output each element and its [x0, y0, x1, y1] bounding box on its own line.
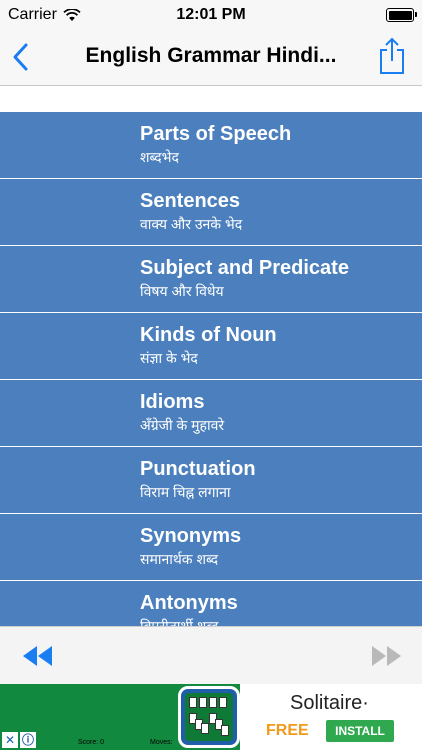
lesson-subtitle: वाक्य और उनके भेद	[140, 216, 243, 232]
lesson-subtitle: विषय और विधेय	[140, 283, 224, 299]
lesson-subtitle: अँग्रेजी के मुहावरे	[140, 417, 225, 433]
chevron-left-icon	[13, 43, 28, 71]
rewind-icon	[23, 646, 52, 666]
status-bar: Carrier 12:01 PM	[0, 0, 422, 30]
list-item[interactable]: Subject and Predicate विषय और विधेय	[0, 246, 422, 313]
next-button[interactable]	[368, 643, 404, 669]
lesson-title: Subject and Predicate	[140, 257, 349, 279]
lesson-title: Synonyms	[140, 525, 242, 547]
lesson-subtitle: विपरीतार्थी शब्द	[140, 618, 219, 626]
lesson-title: Parts of Speech	[140, 123, 292, 145]
page-title: English Grammar Hindi...	[85, 44, 337, 67]
back-button[interactable]	[8, 40, 38, 74]
share-button[interactable]	[376, 36, 408, 76]
list-item[interactable]: Kinds of Noun संज्ञा के भेद	[0, 313, 422, 380]
list-item[interactable]: Punctuation विराम चिह्न लगाना	[0, 447, 422, 514]
info-icon[interactable]: ⓘ	[20, 732, 36, 748]
fast-forward-icon	[372, 646, 401, 666]
previous-button[interactable]	[20, 643, 56, 669]
header-spacer	[0, 86, 422, 112]
ad-install-button[interactable]: INSTALL	[326, 720, 394, 742]
close-icon[interactable]: ✕	[2, 732, 18, 748]
list-item[interactable]: Sentences वाक्य और उनके भेद	[0, 179, 422, 246]
ad-free-label: FREE	[266, 722, 309, 739]
ad-info-icons[interactable]: ✕ ⓘ	[2, 732, 36, 748]
ad-app-name: Solitaire·	[290, 692, 369, 714]
bottom-toolbar	[0, 626, 422, 685]
solitaire-app-icon	[178, 686, 240, 748]
ad-banner[interactable]: ✕ ⓘ Score: 0 Moves: Solitaire· FREE INST…	[0, 684, 422, 750]
share-icon	[380, 37, 404, 74]
lesson-title: Punctuation	[140, 458, 256, 480]
lesson-subtitle: समानार्थक शब्द	[140, 551, 219, 567]
ad-score: Score: 0	[78, 739, 105, 746]
lesson-list[interactable]: Parts of Speech शब्दभेद Sentences वाक्य …	[0, 112, 422, 626]
lesson-subtitle: विराम चिह्न लगाना	[140, 484, 231, 500]
list-item[interactable]: Parts of Speech शब्दभेद	[0, 112, 422, 179]
list-item[interactable]: Idioms अँग्रेजी के मुहावरे	[0, 380, 422, 447]
navigation-bar: English Grammar Hindi...	[0, 30, 422, 86]
status-time: 12:01 PM	[176, 6, 246, 23]
battery-icon	[386, 8, 417, 22]
lesson-title: Idioms	[140, 391, 205, 413]
ad-moves: Moves:	[150, 739, 173, 746]
lesson-subtitle: संज्ञा के भेद	[140, 350, 198, 366]
list-item[interactable]: Synonyms समानार्थक शब्द	[0, 514, 422, 581]
list-item[interactable]: Antonyms विपरीतार्थी शब्द	[0, 581, 422, 626]
lesson-title: Kinds of Noun	[140, 324, 277, 346]
lesson-subtitle: शब्दभेद	[140, 149, 179, 165]
lesson-title: Antonyms	[140, 592, 238, 614]
lesson-title: Sentences	[140, 190, 241, 212]
